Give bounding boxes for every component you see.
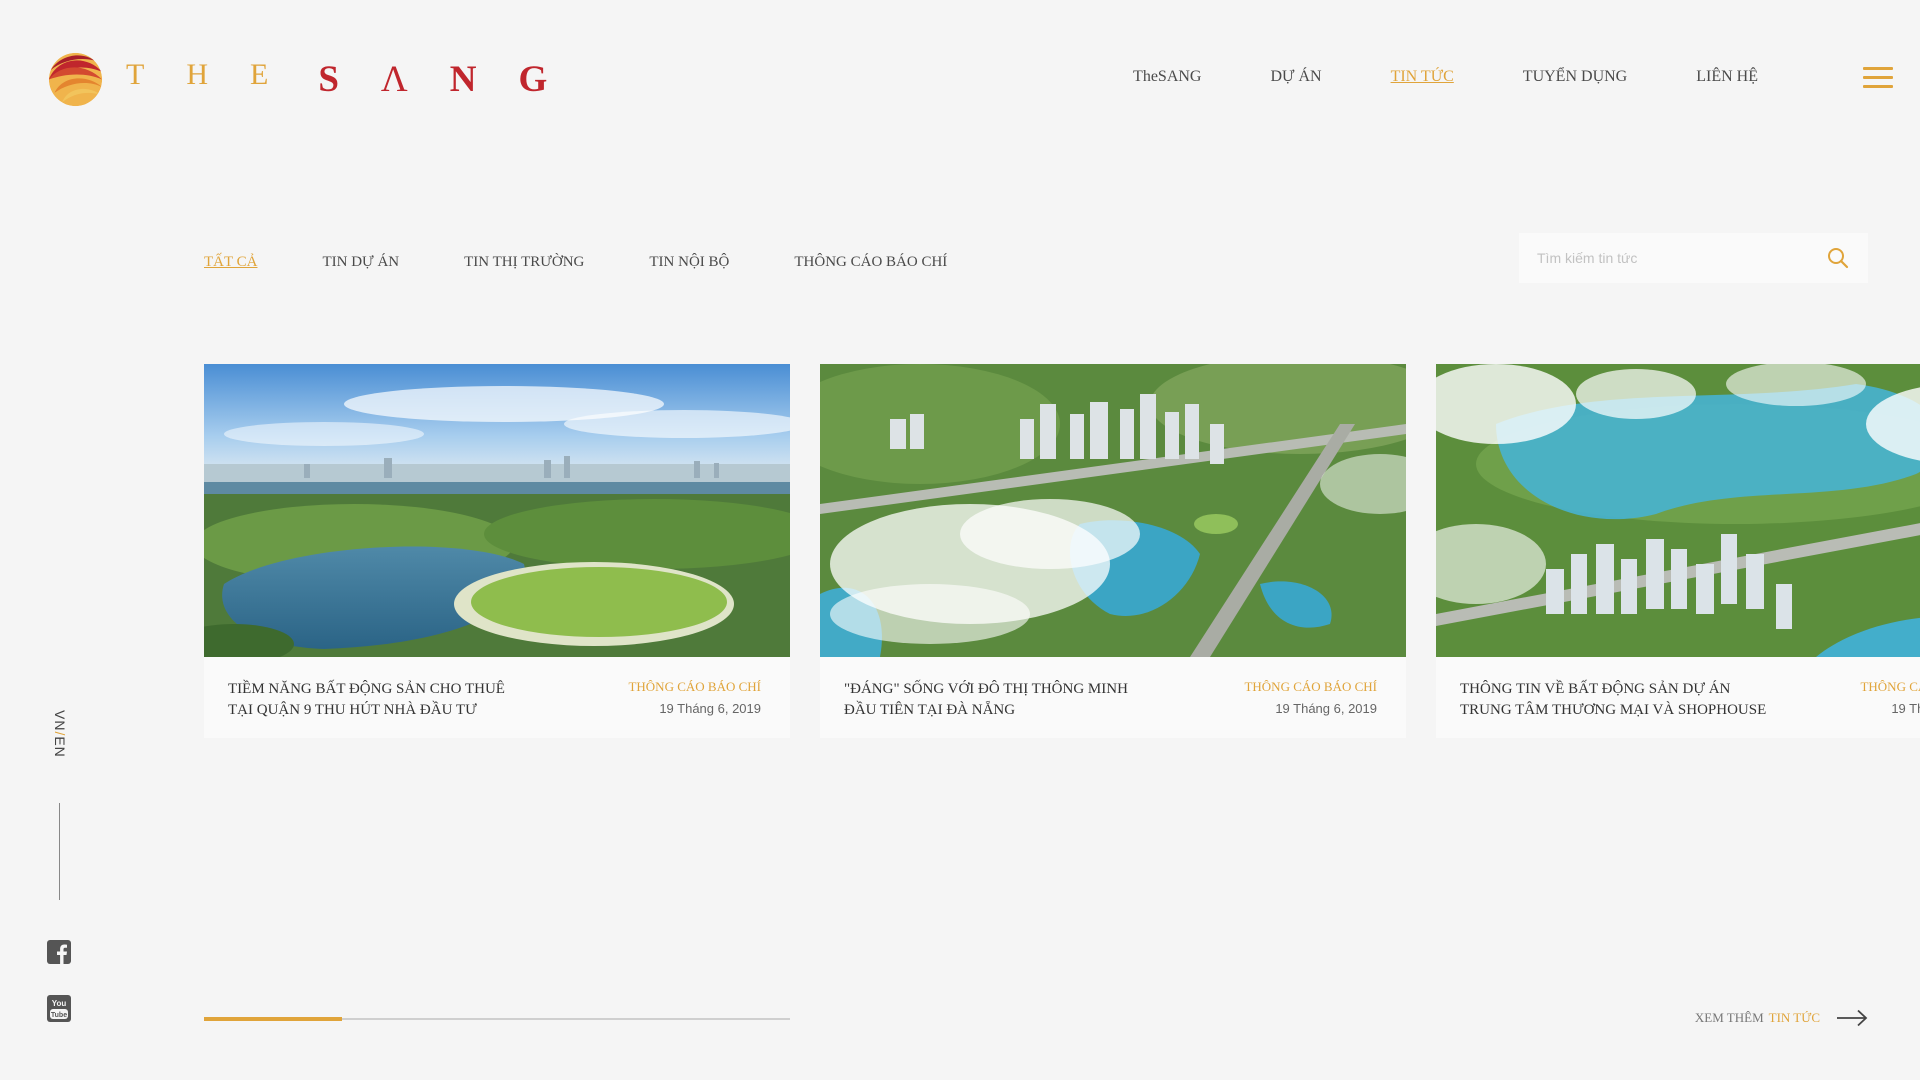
news-card-category[interactable]: THÔNG CÁO BÁO CHÍ: [628, 679, 761, 695]
news-card[interactable]: TIỀM NĂNG BẤT ĐỘNG SẢN CHO THUÊ TẠI QUẬN…: [204, 364, 790, 738]
tab-tin-thi-truong[interactable]: TIN THỊ TRƯỜNG: [464, 254, 584, 271]
news-card-date: 19 Tháng 6, 2019: [1891, 701, 1920, 716]
swirl-logo-icon: [48, 52, 103, 106]
news-card-title[interactable]: "ĐÁNG" SỐNG VỚI ĐÔ THỊ THÔNG MINH ĐẦU TI…: [844, 679, 1174, 738]
news-carousel: TIỀM NĂNG BẤT ĐỘNG SẢN CHO THUÊ TẠI QUẬN…: [204, 364, 1920, 738]
nav-item-tuyen-dung[interactable]: TUYỂN DỤNG: [1523, 68, 1627, 86]
hamburger-icon[interactable]: [1863, 67, 1893, 89]
tab-tat-ca[interactable]: TẤT CẢ: [204, 254, 257, 271]
nav-item-thesang[interactable]: TheSANG: [1133, 68, 1201, 86]
news-card-title-line: TRUNG TÂM THƯƠNG MẠI VÀ SHOPHOUSE: [1460, 702, 1767, 718]
logo-wordmark: T H E S Λ N G: [126, 58, 547, 101]
main-nav: TheSANG DỰ ÁN TIN TỨC TUYỂN DỤNG LIÊN HỆ: [1064, 68, 1758, 86]
news-card-title[interactable]: TIỀM NĂNG BẤT ĐỘNG SẢN CHO THUÊ TẠI QUẬN…: [228, 679, 558, 738]
facebook-icon[interactable]: [47, 940, 71, 964]
tab-thong-cao-bao-chi[interactable]: THÔNG CÁO BÁO CHÍ: [794, 254, 947, 271]
news-card-date: 19 Tháng 6, 2019: [1275, 701, 1377, 716]
search-box: [1519, 233, 1868, 283]
view-more-prefix: XEM THÊM: [1694, 1010, 1764, 1025]
arrow-right-icon: [1837, 1009, 1868, 1027]
news-card-image[interactable]: [820, 364, 1406, 657]
tab-tin-noi-bo[interactable]: TIN NỘI BỘ: [649, 254, 729, 271]
svg-text:Tube: Tube: [51, 1012, 67, 1019]
nav-item-tin-tuc[interactable]: TIN TỨC: [1391, 68, 1454, 86]
youtube-icon[interactable]: You Tube: [47, 995, 71, 1022]
logo-letter: S: [318, 58, 339, 100]
view-more-highlight: TIN TỨC: [1768, 1010, 1820, 1025]
lang-en[interactable]: EN: [52, 736, 68, 757]
news-category-tabs: TẤT CẢ TIN DỰ ÁN TIN THỊ TRƯỜNG TIN NỘI …: [204, 254, 1012, 271]
news-card-title[interactable]: THÔNG TIN VỀ BẤT ĐỘNG SẢN DỰ ÁN TRUNG TÂ…: [1460, 679, 1820, 738]
nav-item-du-an[interactable]: DỰ ÁN: [1270, 68, 1321, 86]
site-logo[interactable]: T H E S Λ N G: [47, 49, 547, 109]
logo-letter: H: [186, 57, 208, 91]
svg-text:You: You: [52, 999, 67, 1008]
language-switcher: VN/EN: [52, 710, 68, 758]
logo-letter: G: [518, 58, 548, 100]
carousel-progress-bar[interactable]: [204, 1017, 790, 1021]
news-card-title-line: THÔNG TIN VỀ BẤT ĐỘNG SẢN DỰ ÁN: [1460, 681, 1731, 697]
news-card-title-line: TẠI QUẬN 9 THU HÚT NHÀ ĐẦU TƯ: [228, 702, 477, 718]
news-card-title-line: ĐẦU TIÊN TẠI ĐÀ NẴNG: [844, 702, 1016, 718]
logo-letter: Λ: [380, 58, 408, 100]
news-card-date: 19 Tháng 6, 2019: [659, 701, 761, 716]
news-card-image[interactable]: [1436, 364, 1920, 657]
news-card-title-line: "ĐÁNG" SỐNG VỚI ĐÔ THỊ THÔNG MINH: [844, 681, 1128, 697]
view-more-news-link[interactable]: XEM THÊM TIN TỨC: [1695, 1009, 1868, 1027]
news-card-category[interactable]: THÔNG CÁO BÁO CHÍ: [1244, 679, 1377, 695]
carousel-progress-fill: [204, 1017, 342, 1021]
sidebar-divider: [59, 803, 60, 900]
search-icon[interactable]: [1826, 246, 1850, 270]
logo-letter: T: [126, 57, 145, 91]
logo-letter: E: [250, 57, 269, 91]
news-card-title-line: TIỀM NĂNG BẤT ĐỘNG SẢN CHO THUÊ: [228, 681, 505, 697]
news-card[interactable]: "ĐÁNG" SỐNG VỚI ĐÔ THỊ THÔNG MINH ĐẦU TI…: [820, 364, 1406, 738]
nav-item-lien-he[interactable]: LIÊN HỆ: [1696, 68, 1758, 86]
news-card-category[interactable]: THÔNG CÁO BÁO CHÍ: [1860, 679, 1920, 695]
tab-tin-du-an[interactable]: TIN DỰ ÁN: [322, 254, 399, 271]
lang-vn[interactable]: VN: [52, 710, 68, 731]
search-input[interactable]: [1537, 250, 1826, 266]
news-card-image[interactable]: [204, 364, 790, 657]
news-card[interactable]: THÔNG TIN VỀ BẤT ĐỘNG SẢN DỰ ÁN TRUNG TÂ…: [1436, 364, 1920, 738]
logo-letter: N: [449, 58, 477, 100]
